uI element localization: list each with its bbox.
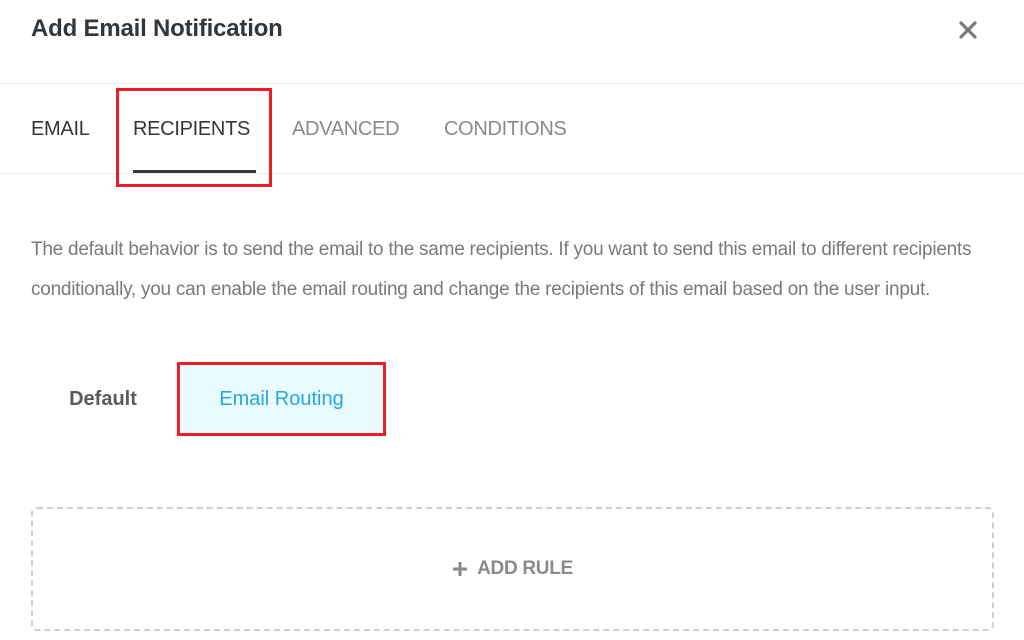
add-rule-label: ADD RULE xyxy=(477,558,573,579)
plus-icon xyxy=(453,562,468,576)
modal-title: Add Email Notification xyxy=(31,15,283,42)
recipients-description: The default behavior is to send the emai… xyxy=(31,239,972,300)
close-button[interactable] xyxy=(952,14,984,46)
close-icon xyxy=(959,21,977,39)
add-rule-content: ADD RULE xyxy=(452,558,573,580)
add-email-notification-modal: Add Email Notification EMAIL RECIPIENTS … xyxy=(0,0,1024,640)
mode-option-email-routing[interactable]: Email Routing xyxy=(180,365,383,433)
mode-option-default[interactable]: Default xyxy=(40,365,166,433)
tab-recipients[interactable]: RECIPIENTS xyxy=(133,118,250,141)
tab-bar: EMAIL RECIPIENTS ADVANCED CONDITIONS xyxy=(0,84,1024,174)
active-tab-indicator xyxy=(133,170,256,173)
tab-email[interactable]: EMAIL xyxy=(31,118,90,141)
modal-header: Add Email Notification xyxy=(0,0,1024,84)
tab-advanced[interactable]: ADVANCED xyxy=(292,118,400,141)
add-rule-button[interactable]: ADD RULE xyxy=(31,507,994,631)
tab-conditions[interactable]: CONDITIONS xyxy=(444,118,567,141)
